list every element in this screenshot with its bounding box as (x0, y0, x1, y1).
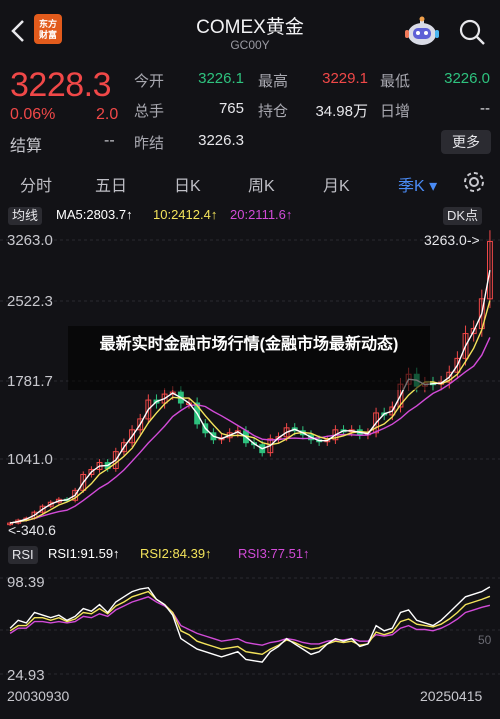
ma20-label: 20:2111.6↑ (230, 207, 293, 222)
robot-icon[interactable] (404, 16, 440, 48)
high-label: 最高 (258, 73, 289, 90)
chart-style-badge[interactable]: 均线 (8, 207, 43, 225)
low-value: 3226.0 (444, 70, 490, 87)
top-bar: 东方 财富 COMEX黄金 GC00Y (0, 0, 500, 62)
gear-icon[interactable] (462, 170, 486, 194)
tab-weekly-k[interactable]: 周K (248, 172, 275, 196)
open-interest-label: 持仓 (258, 103, 289, 120)
rsi-y-bottom: 24.93 (7, 667, 45, 684)
y-tick-4: 1041.0 (7, 451, 53, 468)
rsi-indicator-row: RSI RSI1:91.59↑ RSI2:84.39↑ RSI3:77.51↑ (0, 546, 500, 564)
tab-daily-k[interactable]: 日K (174, 172, 201, 196)
rsi1-label: RSI1:91.59↑ (48, 546, 120, 561)
open-value: 3226.1 (198, 70, 244, 87)
rsi-mid-label: 50 (478, 633, 492, 647)
rsi-badge[interactable]: RSI (8, 546, 38, 564)
tab-monthly-k[interactable]: 月K (323, 172, 350, 196)
volume-label: 总手 (134, 103, 165, 120)
prev-settle-value: 3226.3 (198, 132, 244, 149)
news-overlay-banner: 最新实时金融市场行情(金融市场最新动态) (68, 326, 430, 390)
search-icon[interactable] (458, 18, 486, 46)
rsi2-line (9, 590, 491, 656)
ma10-label: 10:2412.4↑ (153, 207, 218, 222)
x-tick-end: 20250415 (420, 688, 483, 704)
change-percent: 0.06% (10, 106, 56, 123)
low-marker: <-340.6 (8, 522, 56, 538)
tab-quarterly-k[interactable]: 季K ▾ (398, 172, 437, 196)
rsi-chart[interactable] (0, 566, 500, 686)
rsi3-label: RSI3:77.51↑ (238, 546, 310, 561)
change-value: 2.0 (96, 106, 119, 123)
daily-increase-value: -- (480, 100, 490, 117)
y-tick-2: 2522.3 (7, 293, 53, 310)
rsi2-label: RSI2:84.39↑ (140, 546, 212, 561)
open-label: 今开 (134, 73, 165, 90)
ma5-label: MA5:2803.7↑ (56, 207, 133, 222)
settle-value: -- (104, 132, 115, 149)
ma-indicator-row: 均线 MA5:2803.7↑ 10:2412.4↑ 20:2111.6↑ DK点 (0, 207, 500, 225)
tab-five-day[interactable]: 五日 (95, 172, 127, 196)
tab-intraday[interactable]: 分时 (20, 172, 52, 196)
low-label: 最低 (380, 73, 411, 90)
last-price: 3228.3 (10, 66, 112, 104)
prev-settle-label: 昨结 (134, 135, 165, 152)
y-tick-3: 1781.7 (7, 373, 53, 390)
daily-increase-label: 日增 (380, 103, 411, 120)
x-tick-start: 20030930 (7, 688, 70, 704)
high-marker: 3263.0-> (424, 232, 480, 248)
rsi-y-top: 98.39 (7, 574, 45, 591)
period-tabs: 分时 五日 日K 周K 月K 季K ▾ (0, 164, 500, 202)
more-button[interactable]: 更多 (441, 130, 491, 154)
high-value: 3229.1 (322, 70, 368, 87)
open-interest-value: 34.98万 (315, 103, 368, 120)
settle-label: 结算 (10, 138, 43, 155)
y-tick-1: 3263.0 (7, 232, 53, 249)
dk-point-badge[interactable]: DK点 (443, 207, 483, 225)
volume-value: 765 (218, 100, 244, 117)
ma5-line (9, 269, 491, 524)
quote-panel: 3228.3 0.06% 2.0 结算 -- 今开 3226.1 最高 3229… (0, 62, 500, 158)
